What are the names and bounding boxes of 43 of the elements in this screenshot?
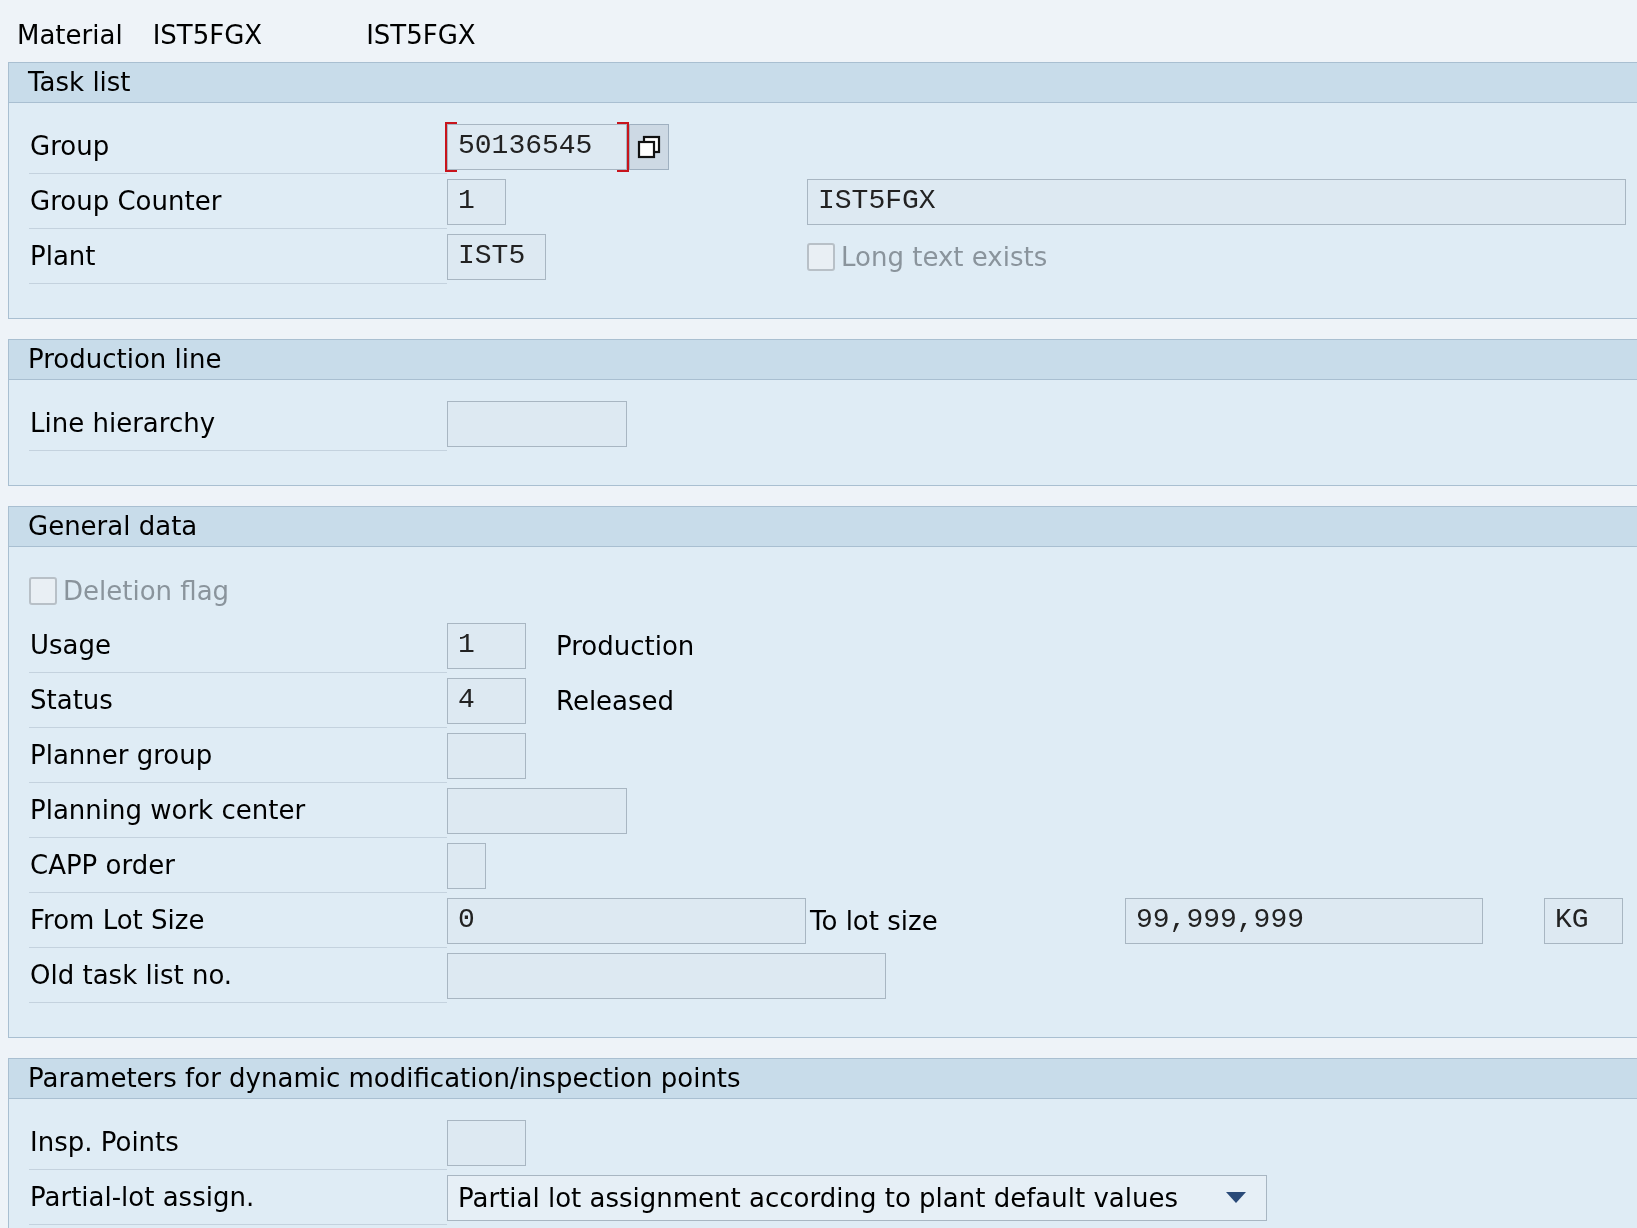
input-field[interactable]: IST5 [447, 233, 546, 280]
input-field[interactable]: 1 [447, 622, 526, 669]
value-help-button[interactable] [629, 123, 669, 170]
field-label: Planner group [29, 728, 447, 783]
field-label: Insp. Points [29, 1115, 447, 1170]
input-field[interactable]: KG [1544, 897, 1623, 944]
field-label: From Lot Size [29, 893, 447, 948]
section-title: Parameters for dynamic modification/inspection points [9, 1059, 1637, 1099]
overlapping-squares-icon [636, 133, 662, 160]
input-field[interactable] [447, 787, 627, 834]
field-label: To lot size [809, 905, 939, 936]
input-field[interactable]: IST5FGX [807, 178, 1626, 225]
field-description: Production [556, 630, 695, 661]
input-field[interactable] [447, 732, 526, 779]
input-field[interactable]: 1 [447, 178, 506, 225]
input-field[interactable]: 99,999,999 [1125, 897, 1483, 944]
material-number: IST5FGX [152, 20, 263, 50]
input-field[interactable] [447, 952, 886, 999]
field-description: Released [556, 685, 675, 716]
field-label: Status [29, 673, 447, 728]
material-label: Material [17, 20, 123, 50]
section-title: Task list [9, 63, 1637, 103]
field-label: Group Counter [29, 174, 447, 229]
dropdown[interactable]: Partial lot assignment according to plant default values [447, 1174, 1267, 1221]
input-field[interactable] [447, 400, 627, 447]
checkbox-label: Deletion flag [63, 575, 230, 606]
field-label: Usage [29, 618, 447, 673]
input-field[interactable]: 0 [447, 897, 806, 944]
section-title: General data [9, 507, 1637, 547]
input-field[interactable] [447, 842, 486, 889]
field-label: Partial-lot assign. [29, 1170, 447, 1225]
input-field[interactable]: 50136545 [447, 123, 627, 170]
checkbox-label: Long text exists [841, 241, 1048, 272]
input-field[interactable] [447, 1119, 526, 1166]
field-label: Plant [29, 229, 447, 284]
field-label: Planning work center [29, 783, 447, 838]
field-label: Line hierarchy [29, 396, 447, 451]
caret-icon [1226, 1191, 1246, 1204]
field-label: Old task list no. [29, 948, 447, 1003]
field-label: CAPP order [29, 838, 447, 893]
section-title: Production line [9, 340, 1637, 380]
input-field[interactable]: 4 [447, 677, 526, 724]
material-description: IST5FGX [366, 20, 476, 50]
